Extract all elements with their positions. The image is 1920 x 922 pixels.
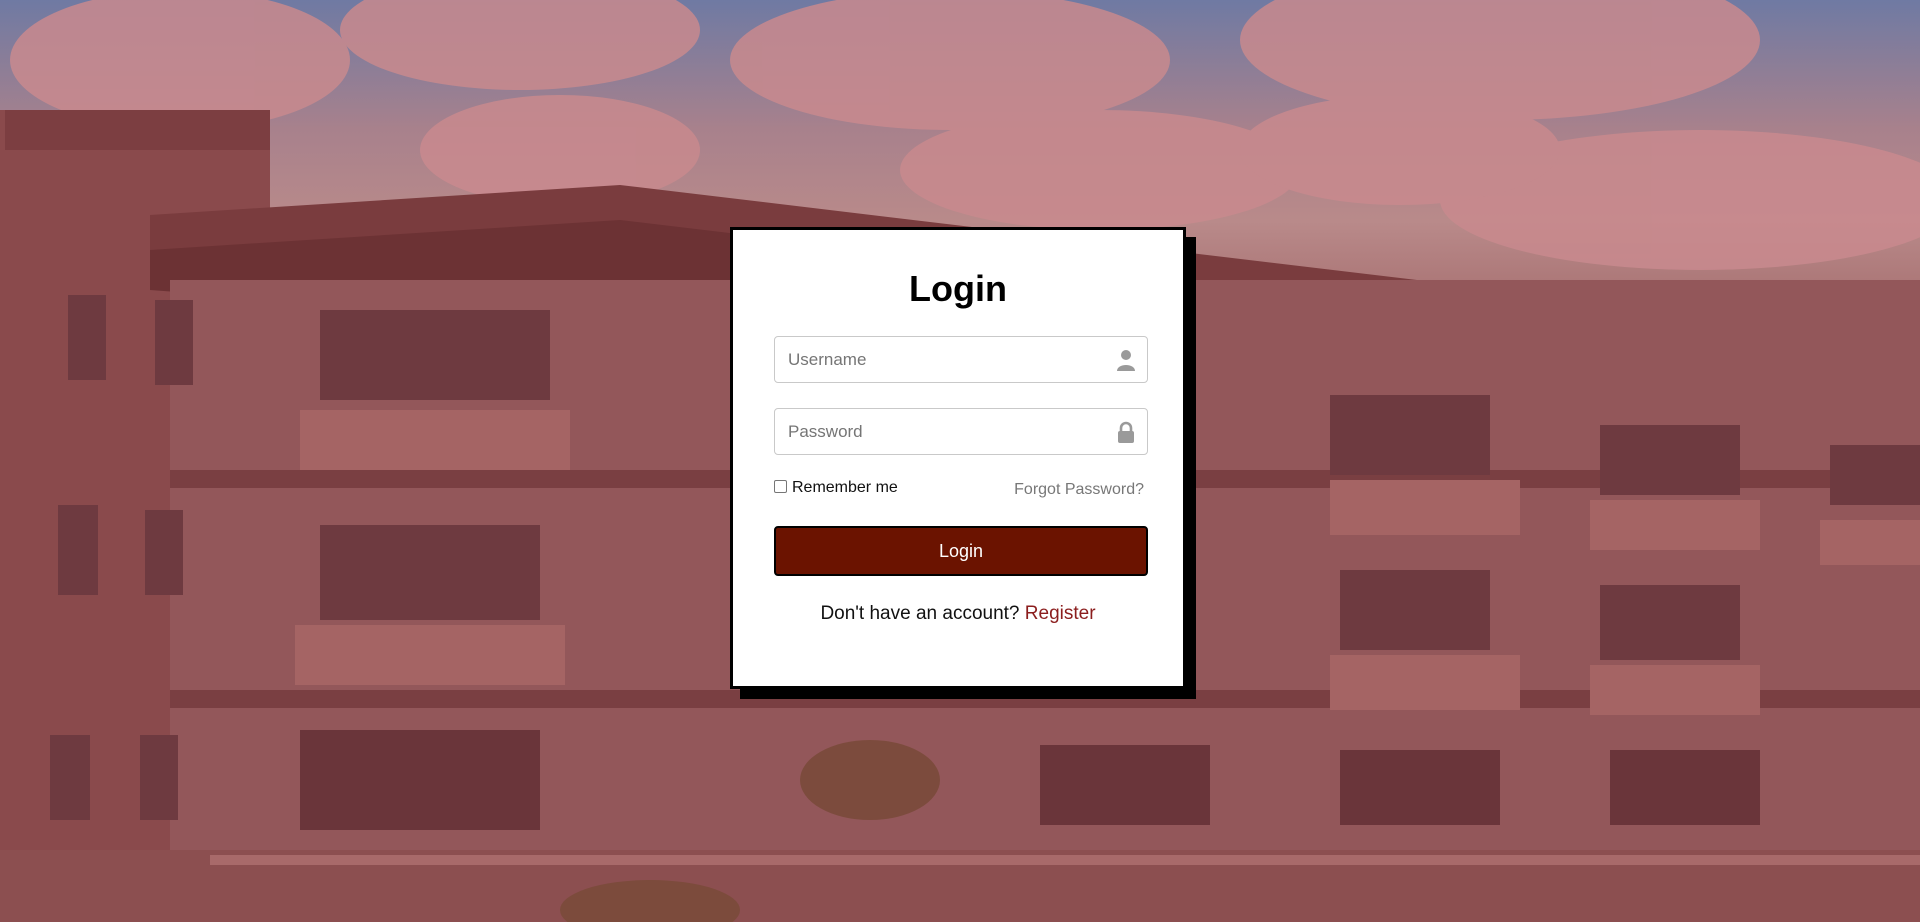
login-button[interactable]: Login [774,526,1148,576]
register-prompt: Don't have an account? Register [733,603,1183,625]
remember-me-label: Remember me [792,479,898,496]
lock-icon [1114,420,1138,444]
username-input[interactable] [775,337,1098,382]
password-field[interactable] [774,408,1148,455]
remember-me[interactable]: Remember me [774,479,898,497]
username-field[interactable] [774,336,1148,383]
user-icon [1114,348,1138,372]
page-title: Login [909,268,1007,309]
forgot-password-link[interactable]: Forgot Password? [1014,481,1144,499]
no-account-text: Don't have an account? [820,603,1020,624]
remember-me-checkbox[interactable] [774,479,787,493]
register-link[interactable]: Register [1025,603,1096,624]
password-input[interactable] [775,409,1098,454]
login-card: Login Remember me Forgot Password? Login… [730,227,1186,689]
